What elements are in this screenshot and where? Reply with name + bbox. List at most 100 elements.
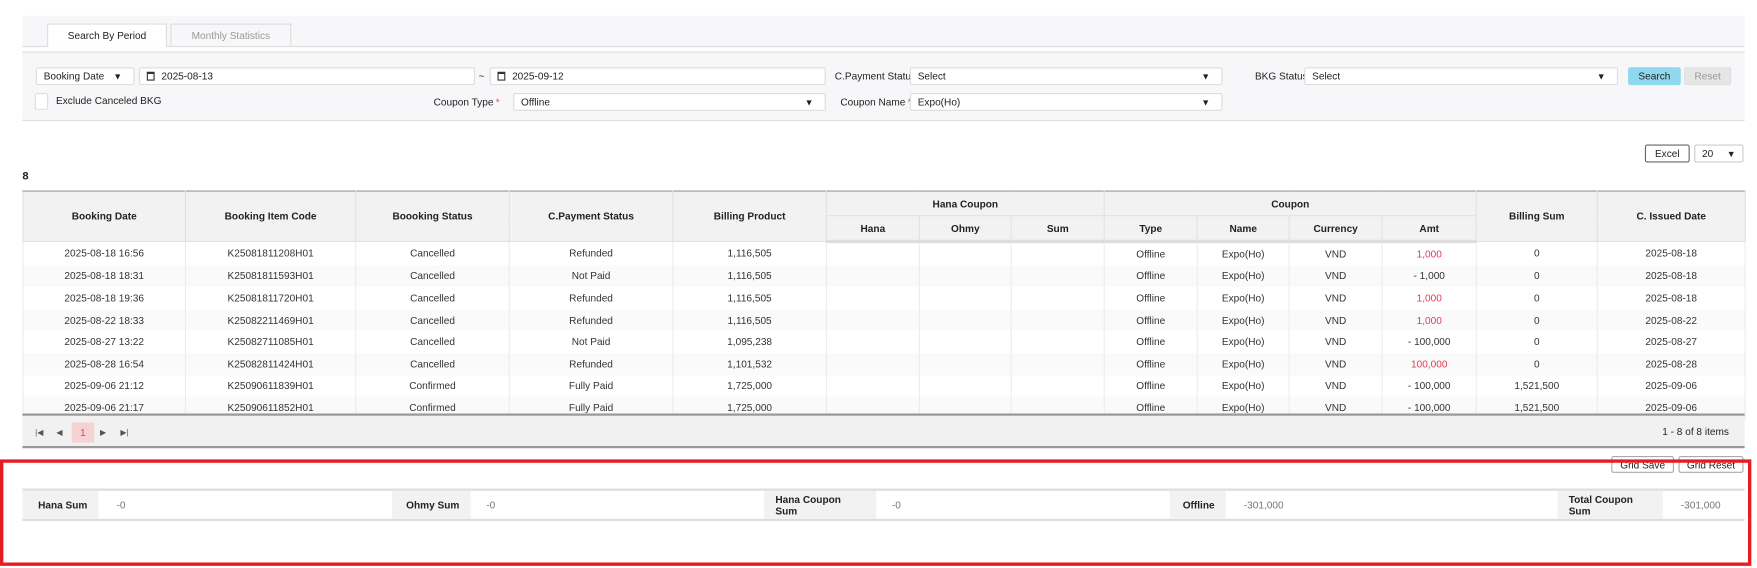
table-row[interactable]: 2025-08-22 18:33 K25082211469H01 Cancelled… xyxy=(22,309,1746,331)
date-from-input[interactable]: 2025-08-13 xyxy=(138,67,476,86)
cell-sum xyxy=(1010,330,1105,353)
col-sum[interactable]: Sum xyxy=(1010,215,1105,244)
col-billing-product[interactable]: Billing Product xyxy=(672,190,827,243)
cell-cpayment-status: Not Paid xyxy=(508,330,674,353)
date-to-input[interactable]: 2025-09-12 xyxy=(489,67,826,86)
coupon-type-value: Offline xyxy=(521,96,551,108)
summary-bar: Hana Sum -0 Ohmy Sum -0 Hana Coupon Sum … xyxy=(22,488,1745,522)
cell-issued-date: 2025-09-06 xyxy=(1596,374,1746,397)
exclude-canceled-checkbox[interactable] xyxy=(34,93,49,110)
cell-item-code: K25081811593H01 xyxy=(184,265,357,288)
coupon-name-value: Expo(Ho) xyxy=(917,96,961,108)
excel-button[interactable]: Excel xyxy=(1644,144,1690,163)
cell-billing-sum: 0 xyxy=(1475,330,1598,353)
col-currency[interactable]: Currency xyxy=(1288,215,1383,244)
cell-billing-sum: 1,521,500 xyxy=(1475,374,1598,397)
coupon-name-label: Coupon Name* xyxy=(840,93,911,111)
cell-hana xyxy=(825,287,920,310)
cell-booking-date: 2025-09-06 21:12 xyxy=(22,374,187,397)
cell-ohmy xyxy=(918,265,1012,288)
cell-currency: VND xyxy=(1288,330,1383,353)
cell-booking-date: 2025-08-27 13:22 xyxy=(22,330,187,353)
cell-amt: - 100,000 xyxy=(1381,330,1477,353)
cell-hana xyxy=(825,374,920,397)
cell-type: Offline xyxy=(1103,374,1198,397)
table-row[interactable]: 2025-09-06 21:12 K25090611839H01 Confirmed… xyxy=(22,374,1746,397)
coupon-name-select[interactable]: Expo(Ho) ▼ xyxy=(909,93,1223,111)
cell-ohmy xyxy=(918,374,1012,397)
col-billing-sum[interactable]: Billing Sum xyxy=(1475,190,1598,243)
cell-issued-date: 2025-08-22 xyxy=(1596,309,1746,331)
calendar-icon[interactable] xyxy=(497,71,506,81)
cell-amt: - 1,000 xyxy=(1381,265,1477,288)
coupon-type-select[interactable]: Offline ▼ xyxy=(513,93,826,111)
col-hana[interactable]: Hana xyxy=(825,215,920,244)
cell-name: Expo(Ho) xyxy=(1196,374,1290,397)
cell-booking-status: Cancelled xyxy=(355,309,510,331)
cell-currency: VND xyxy=(1288,241,1383,266)
cell-billing-product: 1,116,505 xyxy=(672,309,827,331)
col-ohmy[interactable]: Ohmy xyxy=(918,215,1012,244)
col-cpayment-status[interactable]: C.Payment Status xyxy=(508,190,674,243)
col-amt[interactable]: Amt xyxy=(1381,215,1477,244)
date-type-select[interactable]: Booking Date ▼ xyxy=(35,67,135,86)
page-size-value: 20 xyxy=(1702,147,1714,160)
cell-cpayment-status: Refunded xyxy=(508,287,674,310)
cell-booking-status: Cancelled xyxy=(355,265,510,288)
cell-sum xyxy=(1010,374,1105,397)
first-page-icon[interactable]: |◀ xyxy=(34,422,45,442)
cell-hana xyxy=(825,265,920,288)
cell-booking-date: 2025-08-28 16:54 xyxy=(22,352,187,375)
cell-type: Offline xyxy=(1103,330,1198,353)
table-row[interactable]: 2025-08-27 13:22 K25082711085H01 Cancelled… xyxy=(22,330,1746,353)
col-group-coupon: Coupon xyxy=(1103,190,1477,217)
reset-button[interactable]: Reset xyxy=(1684,67,1732,86)
grid-reset-button[interactable]: Grid Reset xyxy=(1678,456,1744,473)
page-size-select[interactable]: 20 ▼ xyxy=(1694,144,1744,163)
cell-cpayment-status: Refunded xyxy=(508,352,674,375)
grid-save-button[interactable]: Grid Save xyxy=(1611,456,1675,473)
table-row[interactable]: 2025-08-18 18:31 K25081811593H01 Cancelled… xyxy=(22,265,1746,288)
col-issued-date[interactable]: C. Issued Date xyxy=(1596,190,1746,243)
page-1-button[interactable]: 1 xyxy=(71,422,95,443)
bkg-status-label: BKG Status xyxy=(1254,70,1308,82)
col-booking-status[interactable]: Boooking Status xyxy=(355,190,510,243)
cell-issued-date: 2025-08-18 xyxy=(1596,265,1746,288)
cell-booking-status: Cancelled xyxy=(355,241,510,266)
cpayment-status-value: Select xyxy=(917,70,946,82)
date-separator: ~ xyxy=(478,70,485,82)
ohmy-sum-label: Ohmy Sum xyxy=(392,490,471,519)
bkg-status-value: Select xyxy=(1312,70,1341,82)
cell-name: Expo(Ho) xyxy=(1196,352,1290,375)
bkg-status-select[interactable]: Select ▼ xyxy=(1304,67,1619,86)
col-booking-date[interactable]: Booking Date xyxy=(22,190,187,243)
col-item-code[interactable]: Booking Item Code xyxy=(184,190,357,243)
next-page-icon[interactable]: ▶ xyxy=(97,422,108,442)
coupon-type-text: Coupon Type xyxy=(433,96,494,108)
filter-panel: Booking Date ▼ 2025-08-13 ~ 2025-09-12 C… xyxy=(22,51,1745,122)
col-name[interactable]: Name xyxy=(1196,215,1290,244)
cpayment-status-select[interactable]: Select ▼ xyxy=(909,67,1223,86)
coupon-type-label: Coupon Type * xyxy=(434,93,500,111)
col-type[interactable]: Type xyxy=(1103,215,1198,244)
cell-name: Expo(Ho) xyxy=(1196,241,1290,266)
table-row[interactable]: 2025-08-18 19:36 K25081811720H01 Cancelled… xyxy=(22,287,1746,310)
cell-name: Expo(Ho) xyxy=(1196,330,1290,353)
cell-currency: VND xyxy=(1288,265,1383,288)
table-row[interactable]: 2025-08-28 16:54 K25082811424H01 Cancelled… xyxy=(22,352,1746,375)
calendar-icon[interactable] xyxy=(146,71,155,81)
offline-value: -301,000 xyxy=(1243,499,1284,511)
search-button[interactable]: Search xyxy=(1628,67,1681,86)
table-row[interactable]: 2025-08-18 16:56 K25081811208H01 Cancelled… xyxy=(22,241,1746,266)
tab-search-by-period[interactable]: Search By Period xyxy=(47,23,167,48)
last-page-icon[interactable]: ▶| xyxy=(119,422,130,442)
cell-type: Offline xyxy=(1103,265,1198,288)
col-group-hana-coupon: Hana Coupon xyxy=(825,190,1105,217)
prev-page-icon[interactable]: ◀ xyxy=(54,422,65,442)
cell-item-code: K25082811424H01 xyxy=(184,352,357,375)
tab-monthly-statistics[interactable]: Monthly Statistics xyxy=(170,23,292,46)
cell-sum xyxy=(1010,309,1105,331)
cell-cpayment-status: Refunded xyxy=(508,241,674,266)
cell-billing-product: 1,095,238 xyxy=(672,330,827,353)
date-from-value: 2025-08-13 xyxy=(161,70,213,82)
